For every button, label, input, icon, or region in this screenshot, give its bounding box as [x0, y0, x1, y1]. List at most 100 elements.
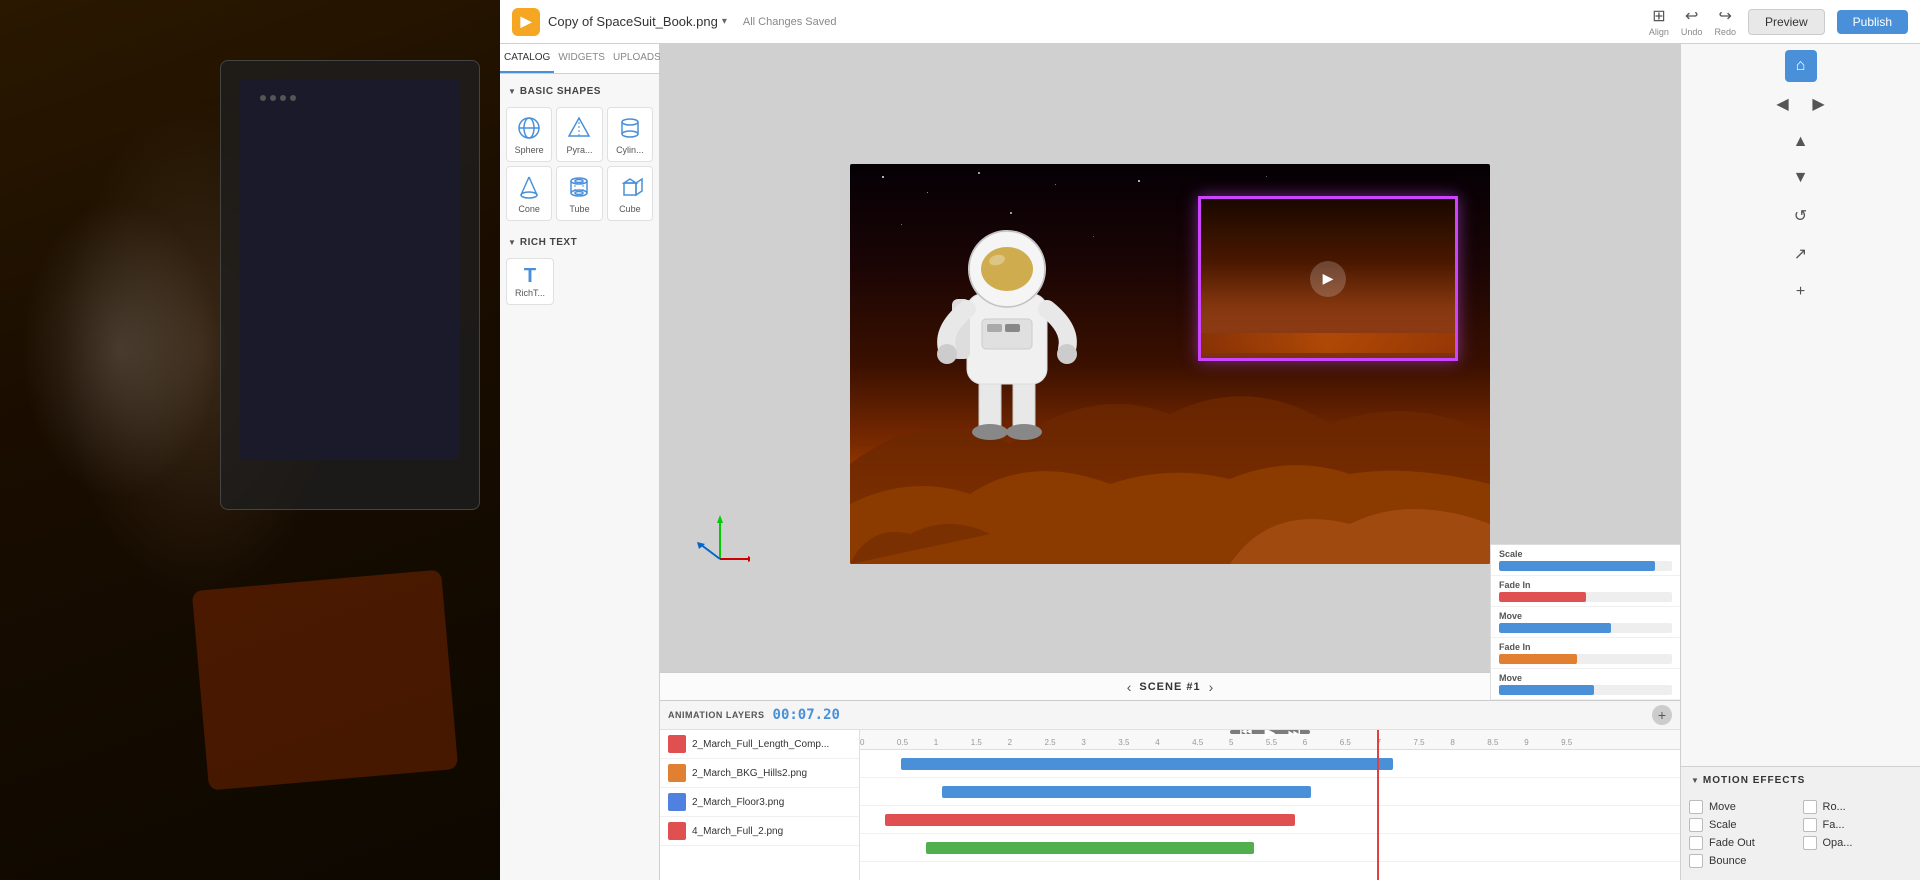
track-row-3 [860, 806, 1680, 834]
layer-item-3[interactable]: 2_March_Floor3.png [660, 788, 859, 817]
layer-item-1[interactable]: 2_March_Full_Length_Comp... [660, 730, 859, 759]
tool-add[interactable]: + [1785, 276, 1817, 308]
effect-scale-check[interactable] [1689, 818, 1703, 832]
xyz-axes [690, 509, 750, 569]
timeline-add-button[interactable]: + [1652, 705, 1672, 725]
scene-next-button[interactable]: › [1209, 679, 1214, 695]
right-tools: ⌂ ◀ ▶ ▲ ▼ ↺ ↗ + [1681, 44, 1920, 314]
effect-fade-in-label: Fa... [1823, 819, 1845, 831]
timeline-track[interactable]: 0 0.5 1 1.5 2 2.5 3 3.5 4 4.5 5 [860, 730, 1680, 880]
effect-fade-in[interactable]: Fa... [1803, 818, 1913, 832]
preview-button[interactable]: Preview [1748, 9, 1825, 35]
tab-catalog[interactable]: CATALOG [500, 44, 554, 73]
cdp-scale: Scale [1491, 545, 1680, 576]
scene-prev-button[interactable]: ‹ [1127, 679, 1132, 695]
effect-bounce-check[interactable] [1689, 854, 1703, 868]
tool-down-arrow[interactable]: ▼ [1785, 162, 1817, 194]
layer-name-3: 2_March_Floor3.png [692, 797, 784, 808]
tab-widgets[interactable]: WIDGETS [554, 44, 609, 73]
undo-icon: ↩ [1685, 6, 1698, 26]
canvas-detail-panel: Scale Fade In Move [1490, 544, 1680, 700]
effect-scale[interactable]: Scale [1689, 818, 1799, 832]
effect-opacity[interactable]: Opa... [1803, 836, 1913, 850]
rich-text-item[interactable]: T RichT... [506, 258, 554, 305]
canvas-viewport[interactable]: ▶ [660, 44, 1680, 700]
undo-tool[interactable]: ↩ Undo [1681, 6, 1703, 37]
app-logo: ▶ [512, 8, 540, 36]
tool-left-arrow[interactable]: ◀ [1767, 88, 1799, 120]
file-name-chevron[interactable]: ▾ [722, 16, 727, 27]
motion-effects-panel: ▼ Motion EFFeCTS Move Ro... Scale [1681, 766, 1920, 880]
timeline-area: ANIMATION LAYERS 00:07.20 + 2_March_Full… [660, 700, 1680, 880]
effect-rotate[interactable]: Ro... [1803, 800, 1913, 814]
effect-move[interactable]: Move [1689, 800, 1799, 814]
tool-diagonal[interactable]: ↗ [1785, 238, 1817, 270]
cdp-move-2: Move [1491, 669, 1680, 700]
effect-opacity-check[interactable] [1803, 836, 1817, 850]
align-tool[interactable]: ⊞ Align [1649, 6, 1669, 37]
mars-scene: ▶ [850, 164, 1490, 564]
astronaut [927, 164, 1087, 464]
effect-fade-out-check[interactable] [1689, 836, 1703, 850]
right-panel-spacer [1681, 314, 1920, 766]
shape-cube[interactable]: Cube [607, 166, 653, 221]
playhead[interactable] [1377, 730, 1379, 880]
effect-bounce[interactable]: Bounce [1689, 854, 1799, 868]
right-panel: ⌂ ◀ ▶ ▲ ▼ ↺ ↗ + ▼ Motion EFFeCTS [1680, 44, 1920, 880]
rich-text-header: ▼ RICH TEXT [504, 233, 655, 252]
layer-thumb-4 [668, 822, 686, 840]
shape-tube[interactable]: Tube [556, 166, 602, 221]
cdp-fade-in-2: Fade In [1491, 638, 1680, 669]
align-icon: ⊞ [1652, 6, 1665, 26]
top-bar: ▶ Copy of SpaceSuit_Book.png ▾ All Chang… [500, 0, 1920, 44]
tool-curve[interactable]: ↺ [1785, 200, 1817, 232]
tool-home[interactable]: ⌂ [1785, 50, 1817, 82]
motion-effects-header[interactable]: ▼ Motion EFFeCTS [1681, 767, 1920, 794]
main-content: CATALOG WIDGETS UPLOADS ▼ BASIC SHAPES [500, 44, 1920, 880]
anim-bar-fade-out-4 [926, 842, 1254, 854]
cdp-move-label: Move [1499, 611, 1672, 621]
rich-text-title: RICH TEXT [520, 237, 577, 248]
effect-rotate-label: Ro... [1823, 801, 1846, 813]
publish-button[interactable]: Publish [1837, 10, 1908, 34]
cdp-move-2-container [1499, 685, 1672, 695]
video-play-button[interactable]: ▶ [1310, 261, 1346, 297]
redo-tool[interactable]: ↪ Redo [1714, 6, 1736, 37]
cdp-fade-in: Fade In [1491, 576, 1680, 607]
video-frame[interactable]: ▶ [1198, 196, 1458, 361]
anim-bar-scale-1 [901, 758, 1393, 770]
layer-item-4[interactable]: 4_March_Full_2.png [660, 817, 859, 846]
cdp-move-bar [1499, 623, 1611, 633]
tab-uploads[interactable]: UPLOADS [609, 44, 665, 73]
track-row-4 [860, 834, 1680, 862]
effect-rotate-check[interactable] [1803, 800, 1817, 814]
cube-label: Cube [619, 204, 641, 214]
app-window: ▶ Copy of SpaceSuit_Book.png ▾ All Chang… [500, 0, 1920, 880]
sphere-icon [515, 114, 543, 142]
shape-pyramid[interactable]: Pyra... [556, 107, 602, 162]
shape-sphere[interactable]: Sphere [506, 107, 552, 162]
tool-arrows-v: ▲ ▼ [1785, 126, 1817, 194]
effect-move-check[interactable] [1689, 800, 1703, 814]
shapes-grid: Sphere Pyra... [504, 107, 655, 221]
layer-item-2[interactable]: 2_March_BKG_Hills2.png [660, 759, 859, 788]
tool-right-arrow[interactable]: ▶ [1803, 88, 1835, 120]
redo-label: Redo [1714, 27, 1736, 37]
cdp-scale-label: Scale [1499, 549, 1672, 559]
basic-shapes-header: ▼ BASIC SHAPES [504, 82, 655, 101]
cdp-fade-in-2-container [1499, 654, 1672, 664]
effect-fade-out[interactable]: Fade Out [1689, 836, 1799, 850]
layer-thumb-2 [668, 764, 686, 782]
shape-cylinder[interactable]: Cylin... [607, 107, 653, 162]
cdp-move: Move [1491, 607, 1680, 638]
basic-shapes-toggle[interactable]: ▼ [508, 87, 516, 96]
anim-bar-move-2 [942, 786, 1311, 798]
tube-label: Tube [569, 204, 589, 214]
rich-text-toggle[interactable]: ▼ [508, 238, 516, 247]
timeline-header-controls: + [1652, 705, 1672, 725]
effect-fade-in-check[interactable] [1803, 818, 1817, 832]
tool-up-arrow[interactable]: ▲ [1785, 126, 1817, 158]
background-photo [0, 0, 500, 880]
layer-list: 2_March_Full_Length_Comp... 2_March_BKG_… [660, 730, 860, 880]
shape-cone[interactable]: Cone [506, 166, 552, 221]
